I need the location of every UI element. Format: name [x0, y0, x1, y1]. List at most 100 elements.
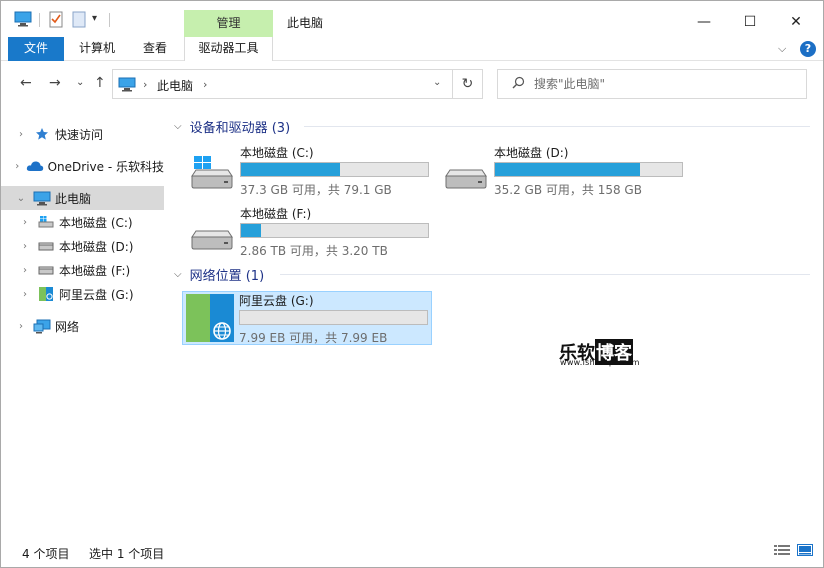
- group-header-devices[interactable]: ⌵ 设备和驱动器 (3): [174, 117, 291, 136]
- group-divider: [304, 126, 810, 127]
- drive-usage-bar: [239, 310, 428, 325]
- expand-chevron-icon[interactable]: ›: [19, 289, 31, 300]
- search-box[interactable]: [497, 69, 807, 99]
- drive-name: 本地磁盘 (F:): [240, 207, 312, 221]
- close-button[interactable]: ✕: [773, 9, 819, 35]
- drive-name: 本地磁盘 (C:): [240, 146, 314, 160]
- sidebar-item-drive-c[interactable]: › 本地磁盘 (C:): [1, 210, 164, 234]
- sidebar-item-label: 网络: [55, 319, 80, 334]
- quick-access-separator: [109, 13, 110, 27]
- sidebar-item-drive-d[interactable]: › 本地磁盘 (D:): [1, 234, 164, 258]
- drive-tile-c[interactable]: 本地磁盘 (C:) 37.3 GB 可用，共 79.1 GB: [184, 144, 434, 198]
- tab-computer[interactable]: 计算机: [71, 37, 123, 61]
- ribbon-tab-bar: 文件 计算机 查看 驱动器工具 ⌵ ?: [1, 37, 823, 91]
- window-title: 此电脑: [287, 16, 324, 30]
- sidebar-item-network[interactable]: › 网络: [1, 314, 164, 338]
- address-bar[interactable]: › 此电脑 › ⌄: [112, 69, 453, 99]
- collapse-chevron-icon[interactable]: ⌵: [174, 269, 182, 280]
- forward-arrow-icon[interactable]: →: [49, 75, 61, 91]
- group-divider: [280, 274, 810, 275]
- group-header-label: 网络位置 (1): [189, 268, 265, 284]
- status-item-count: 4 个项目: [22, 547, 70, 561]
- customize-quick-access-chevron-icon[interactable]: ▾: [92, 13, 97, 24]
- windows-drive-icon: [37, 214, 55, 230]
- collapse-chevron-icon[interactable]: ⌄: [15, 193, 27, 204]
- drive-usage-bar: [494, 162, 683, 177]
- drive-icon: [37, 262, 55, 278]
- star-icon: [33, 126, 51, 142]
- status-bar: 4 个项目 选中 1 个项目: [1, 537, 823, 567]
- new-folder-icon[interactable]: [72, 11, 86, 31]
- tab-manage[interactable]: 管理: [184, 10, 273, 37]
- quick-access-separator: [39, 13, 40, 27]
- refresh-button[interactable]: ↻: [453, 69, 483, 99]
- minimize-button[interactable]: —: [681, 9, 727, 35]
- file-list-pane: ⌵ 设备和驱动器 (3) 本地磁盘 (C:) 37.3 GB 可用，共 79.1…: [166, 107, 823, 537]
- sidebar-item-this-pc[interactable]: ⌄ 此电脑: [1, 186, 164, 210]
- navigation-pane: › 快速访问 › OneDrive - 乐软科技 ⌄ 此电脑 › 本地磁盘 (C…: [1, 107, 166, 537]
- drive-free-space: 37.3 GB 可用，共 79.1 GB: [240, 183, 392, 197]
- drive-usage-fill: [241, 224, 261, 237]
- sidebar-item-drive-f[interactable]: › 本地磁盘 (F:): [1, 258, 164, 282]
- network-icon: [33, 318, 51, 334]
- drive-free-space: 7.99 EB 可用，共 7.99 EB: [239, 331, 388, 345]
- search-icon: [512, 76, 525, 93]
- group-header-network-locations[interactable]: ⌵ 网络位置 (1): [174, 265, 265, 284]
- watermark-logo: 乐软博客 www.isharepc.com: [559, 339, 651, 369]
- breadcrumb-separator-icon[interactable]: ›: [203, 78, 207, 91]
- onedrive-cloud-icon: [26, 158, 44, 174]
- drive-free-space: 35.2 GB 可用，共 158 GB: [494, 183, 642, 197]
- expand-chevron-icon[interactable]: ›: [15, 129, 27, 140]
- expand-ribbon-chevron-icon[interactable]: ⌵: [778, 42, 786, 56]
- drive-tile-d[interactable]: 本地磁盘 (D:) 35.2 GB 可用，共 158 GB: [438, 144, 688, 198]
- sidebar-item-drive-g[interactable]: › 阿里云盘 (G:): [1, 282, 164, 306]
- navigation-bar: ← → ⌄ ↑ › 此电脑 › ⌄ ↻: [1, 61, 823, 107]
- windows-drive-icon: [188, 156, 236, 193]
- drive-usage-bar: [240, 162, 429, 177]
- sidebar-item-label: 阿里云盘 (G:): [59, 287, 134, 302]
- drive-icon: [442, 156, 490, 193]
- group-header-label: 设备和驱动器 (3): [189, 120, 291, 136]
- sidebar-item-label: 本地磁盘 (D:): [59, 239, 134, 254]
- sidebar-item-label: OneDrive - 乐软科技: [47, 159, 164, 174]
- maximize-button[interactable]: ☐: [727, 9, 773, 35]
- drive-name: 阿里云盘 (G:): [239, 294, 314, 308]
- drive-tile-g[interactable]: 阿里云盘 (G:) 7.99 EB 可用，共 7.99 EB: [182, 291, 432, 345]
- sidebar-item-label: 此电脑: [55, 191, 92, 206]
- expand-chevron-icon[interactable]: ›: [15, 161, 20, 172]
- computer-icon: [33, 190, 51, 206]
- expand-chevron-icon[interactable]: ›: [19, 265, 31, 276]
- search-input[interactable]: [534, 75, 794, 93]
- breadcrumb-separator-icon[interactable]: ›: [143, 78, 147, 91]
- explorer-window: ▾ 管理 此电脑 — ☐ ✕ 文件 计算机 查看 驱动器工具 ⌵ ? ← → ⌄…: [0, 0, 824, 568]
- tab-view[interactable]: 查看: [131, 37, 179, 61]
- address-history-chevron-icon[interactable]: ⌄: [433, 77, 441, 88]
- status-selection-count: 选中 1 个项目: [89, 547, 165, 561]
- breadcrumb-this-pc[interactable]: 此电脑: [157, 77, 193, 94]
- sidebar-item-quick-access[interactable]: › 快速访问: [1, 122, 164, 146]
- title-bar: ▾ 管理 此电脑 — ☐ ✕: [1, 1, 823, 37]
- recent-locations-chevron-icon[interactable]: ⌄: [76, 77, 84, 88]
- drive-usage-fill: [495, 163, 641, 176]
- expand-chevron-icon[interactable]: ›: [15, 321, 27, 332]
- details-view-icon[interactable]: [774, 544, 790, 556]
- drive-usage-bar: [240, 223, 429, 238]
- computer-icon[interactable]: [14, 11, 32, 30]
- expand-chevron-icon[interactable]: ›: [19, 217, 31, 228]
- expand-chevron-icon[interactable]: ›: [19, 241, 31, 252]
- tab-file[interactable]: 文件: [8, 37, 64, 61]
- help-icon[interactable]: ?: [800, 41, 816, 57]
- drive-tile-f[interactable]: 本地磁盘 (F:) 2.86 TB 可用，共 3.20 TB: [184, 205, 434, 259]
- sidebar-item-onedrive[interactable]: › OneDrive - 乐软科技: [1, 154, 164, 178]
- up-arrow-icon[interactable]: ↑: [94, 75, 106, 91]
- sidebar-item-label: 本地磁盘 (F:): [59, 263, 131, 278]
- aliyun-drive-icon: [37, 286, 55, 302]
- large-icons-view-icon[interactable]: [797, 544, 813, 556]
- sidebar-item-label: 快速访问: [55, 127, 104, 142]
- watermark-url: www.isharepc.com: [560, 358, 640, 367]
- back-arrow-icon[interactable]: ←: [20, 75, 32, 91]
- computer-icon: [118, 77, 136, 95]
- properties-icon[interactable]: [49, 11, 63, 31]
- collapse-chevron-icon[interactable]: ⌵: [174, 121, 182, 132]
- sidebar-item-label: 本地磁盘 (C:): [59, 215, 133, 230]
